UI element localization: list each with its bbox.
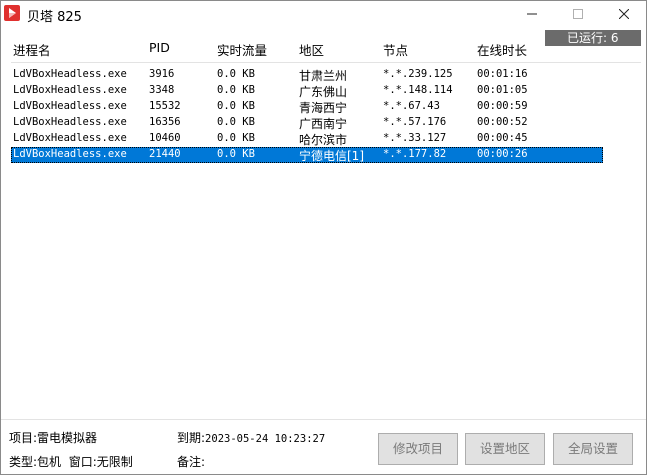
cell-online: 00:00:45 (477, 132, 528, 144)
project-value: 雷电模拟器 (37, 431, 98, 445)
project-info: 项目:雷电模拟器 (9, 429, 97, 446)
cell-region: 宁德电信[1] (299, 149, 364, 163)
cell-pid: 15532 (149, 100, 181, 112)
header-process[interactable]: 进程名 (13, 40, 51, 59)
cell-process: LdVBoxHeadless.exe (13, 100, 127, 112)
cell-process: LdVBoxHeadless.exe (13, 148, 127, 160)
type-info: 类型:包机 窗口:无限制 (9, 453, 133, 470)
cell-traffic: 0.0 KB (217, 148, 255, 160)
table-row[interactable]: LdVBoxHeadless.exe 10460 0.0 KB 哈尔滨市 *.*… (11, 131, 603, 147)
window-label: 窗口: (68, 455, 97, 469)
edit-project-button[interactable]: 修改项目 (378, 433, 458, 465)
beta-app-icon (4, 5, 20, 21)
type-label: 类型: (9, 455, 38, 469)
cell-process: LdVBoxHeadless.exe (13, 116, 127, 128)
cell-pid: 3916 (149, 68, 175, 80)
cell-process: LdVBoxHeadless.exe (13, 68, 127, 80)
remark-label: 备注: (177, 455, 206, 469)
header-region[interactable]: 地区 (299, 40, 324, 59)
cell-region: 甘肃兰州 (299, 69, 348, 83)
footer-divider (1, 419, 646, 420)
window-value: 无限制 (96, 455, 133, 469)
header-pid[interactable]: PID (149, 40, 170, 55)
window-title: 贝塔 825 (27, 10, 82, 25)
cell-node: *.*.57.176 (383, 116, 447, 128)
table-row[interactable]: LdVBoxHeadless.exe 3916 0.0 KB 甘肃兰州 *.*.… (11, 67, 603, 83)
cell-traffic: 0.0 KB (217, 116, 255, 128)
cell-pid: 21440 (149, 148, 181, 160)
cell-online: 00:01:05 (477, 84, 528, 96)
cell-region: 广西南宁 (299, 117, 348, 131)
cell-pid: 16356 (149, 116, 181, 128)
cell-node: *.*.239.125 (383, 68, 453, 80)
cell-region: 青海西宁 (299, 101, 348, 115)
cell-node: *.*.33.127 (383, 132, 447, 144)
cell-region: 广东佛山 (299, 85, 348, 99)
project-label: 项目: (9, 431, 38, 445)
process-list[interactable]: LdVBoxHeadless.exe 3916 0.0 KB 甘肃兰州 *.*.… (11, 67, 603, 163)
close-icon[interactable] (601, 1, 647, 29)
cell-pid: 3348 (149, 84, 175, 96)
table-row-selected[interactable]: LdVBoxHeadless.exe 21440 0.0 KB 宁德电信[1] … (11, 147, 603, 163)
cell-region: 哈尔滨市 (299, 133, 348, 147)
cell-node: *.*.148.114 (383, 84, 453, 96)
remark-info: 备注: (177, 453, 205, 470)
cell-pid: 10460 (149, 132, 181, 144)
header-node[interactable]: 节点 (383, 40, 408, 59)
cell-traffic: 0.0 KB (217, 100, 255, 112)
table-row[interactable]: LdVBoxHeadless.exe 15532 0.0 KB 青海西宁 *.*… (11, 99, 603, 115)
header-traffic[interactable]: 实时流量 (217, 40, 267, 59)
cell-process: LdVBoxHeadless.exe (13, 84, 127, 96)
cell-online: 00:00:52 (477, 116, 528, 128)
table-row[interactable]: LdVBoxHeadless.exe 16356 0.0 KB 广西南宁 *.*… (11, 115, 603, 131)
cell-node: *.*.67.43 (383, 100, 440, 112)
cell-traffic: 0.0 KB (217, 132, 255, 144)
set-region-button[interactable]: 设置地区 (465, 433, 545, 465)
cell-online: 00:00:59 (477, 100, 528, 112)
header-online[interactable]: 在线时长 (477, 40, 527, 59)
expire-info: 到期:2023-05-24 10:23:27 (177, 429, 325, 446)
global-settings-button[interactable]: 全局设置 (553, 433, 633, 465)
maximize-icon[interactable] (555, 1, 601, 29)
main-window: 贝塔 825 已运行: 6 进程名 PID 实时流量 地区 节点 在线时长 Ld… (0, 0, 647, 475)
cell-online: 00:01:16 (477, 68, 528, 80)
cell-traffic: 0.0 KB (217, 68, 255, 80)
title-bar[interactable]: 贝塔 825 (1, 1, 646, 29)
expire-label: 到期: (177, 431, 206, 445)
cell-process: LdVBoxHeadless.exe (13, 132, 127, 144)
table-row[interactable]: LdVBoxHeadless.exe 3348 0.0 KB 广东佛山 *.*.… (11, 83, 603, 99)
list-header: 进程名 PID 实时流量 地区 节点 在线时长 (1, 37, 646, 61)
minimize-icon[interactable] (509, 1, 555, 29)
cell-online: 00:00:26 (477, 148, 528, 160)
type-value: 包机 (37, 455, 62, 469)
cell-traffic: 0.0 KB (217, 84, 255, 96)
expire-value: 2023-05-24 10:23:27 (205, 433, 326, 445)
cell-node: *.*.177.82 (383, 148, 447, 160)
header-divider (11, 62, 641, 63)
